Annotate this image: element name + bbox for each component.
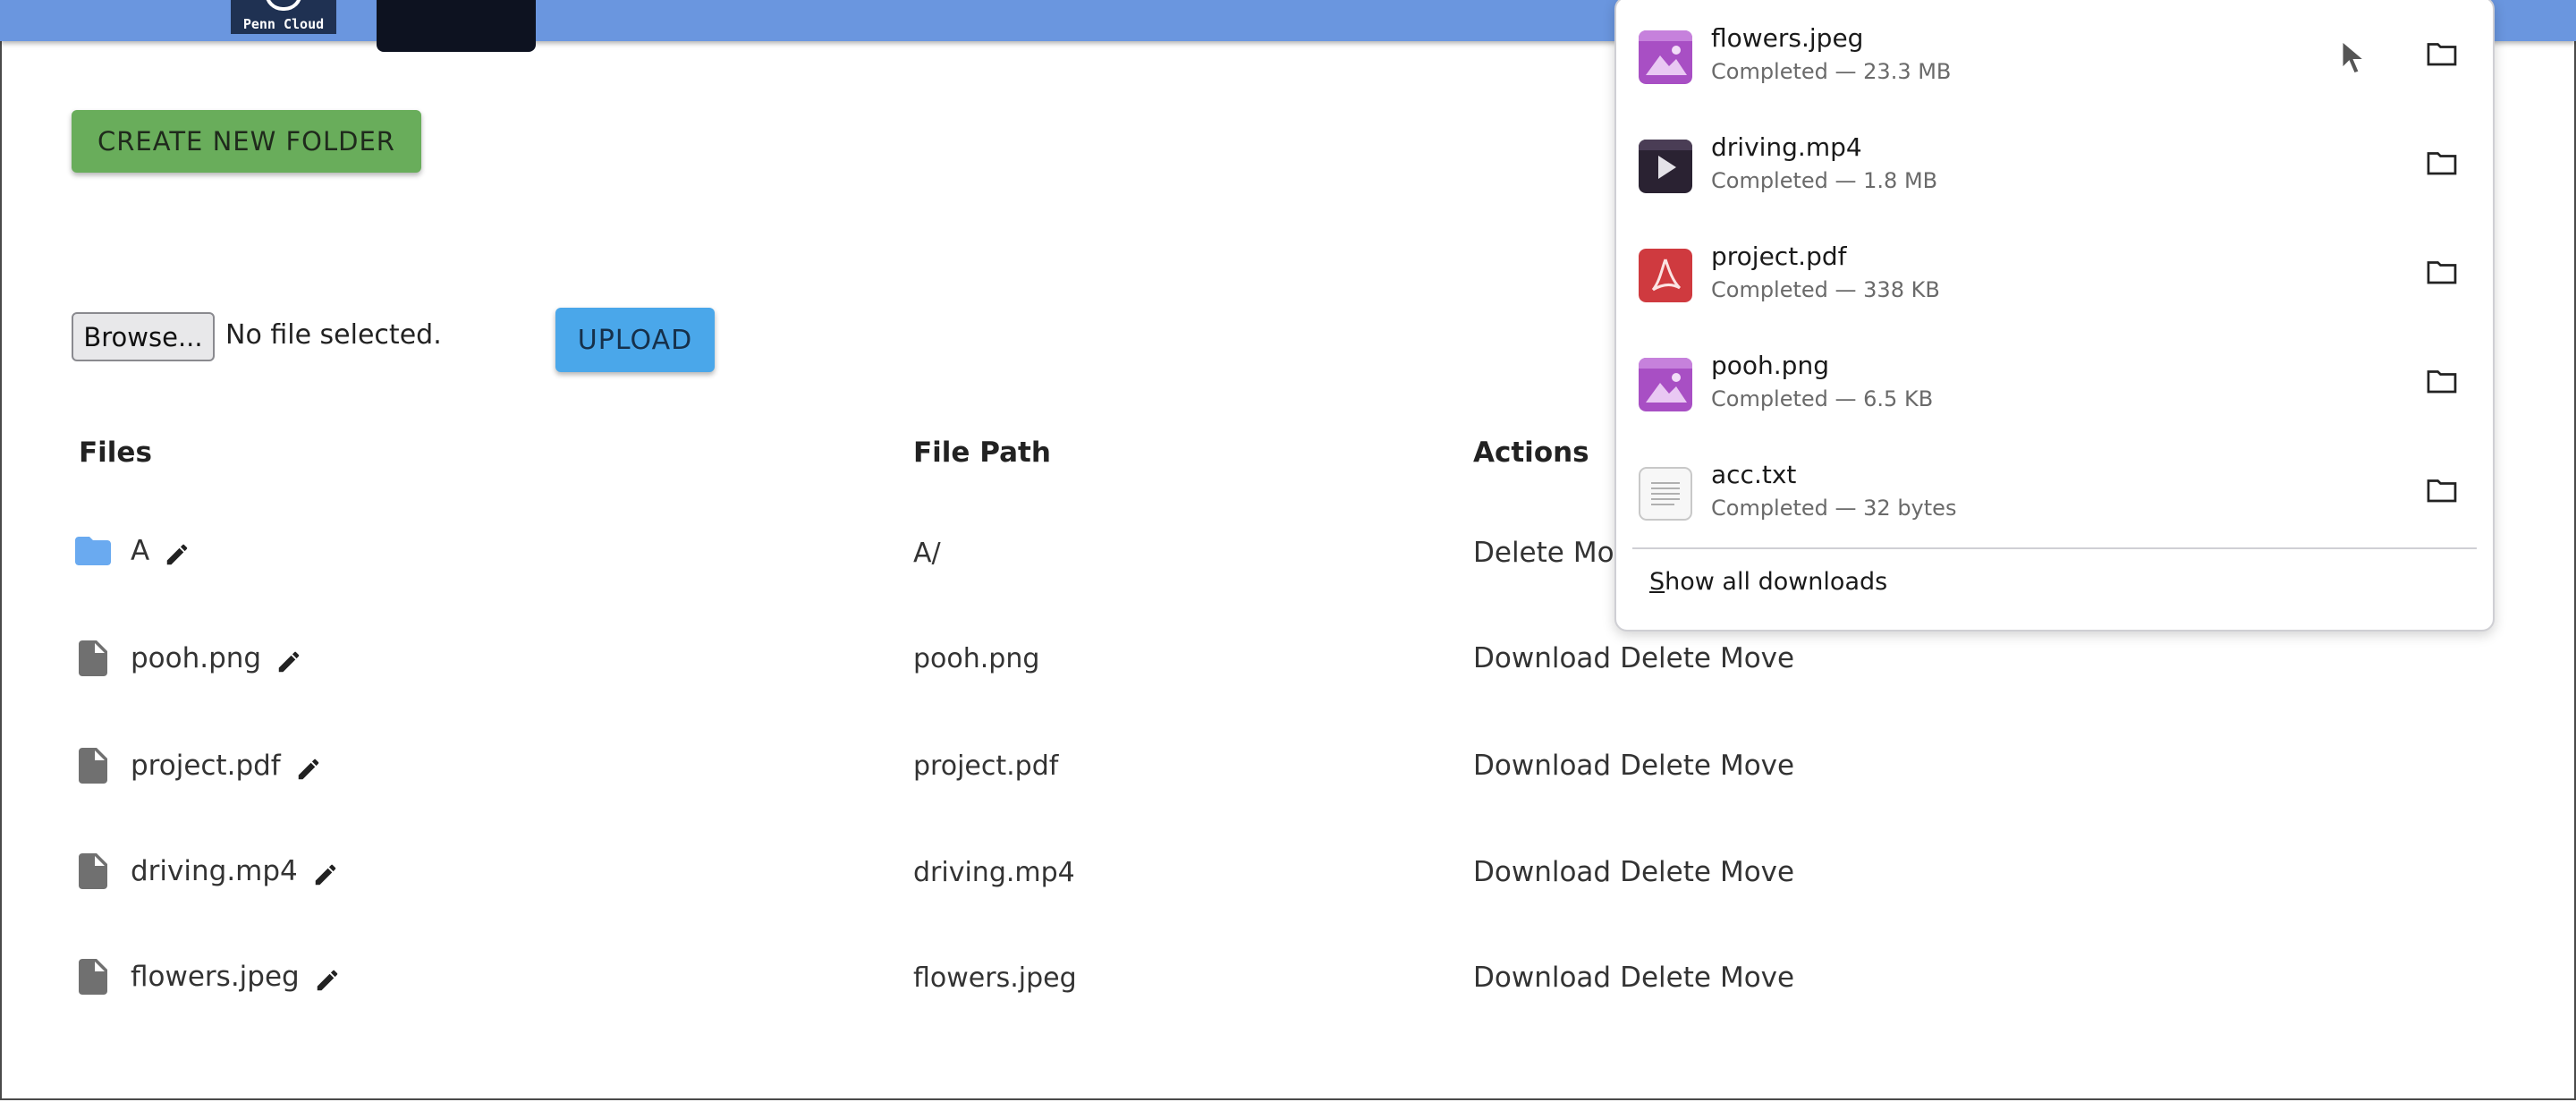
file-name-cell: A	[72, 530, 191, 572]
download-file-name: project.pdf	[1711, 242, 1847, 271]
download-action[interactable]: Download	[1473, 750, 1611, 782]
edit-pencil-icon[interactable]	[314, 967, 341, 994]
actions-cell: Download Delete Move	[1473, 750, 1803, 782]
file-path-cell: project.pdf	[913, 750, 1059, 782]
browse-button[interactable]: Browse...	[72, 312, 215, 361]
column-header-files: Files	[79, 437, 152, 469]
show-all-label: how all downloads	[1665, 568, 1888, 596]
show-in-folder-icon[interactable]	[2426, 476, 2458, 504]
download-status: Completed — 338 KB	[1711, 277, 1940, 302]
video-file-icon	[1639, 140, 1692, 193]
show-all-downloads-link[interactable]: Show all downloads	[1649, 568, 1887, 596]
file-name[interactable]: driving.mp4	[131, 855, 298, 887]
download-item[interactable]: driving.mp4 Completed — 1.8 MB	[1616, 114, 2493, 222]
penn-cloud-logo[interactable]: Penn Cloud	[231, 0, 336, 34]
folder-icon	[75, 537, 111, 565]
actions-cell: Download Delete Move	[1473, 642, 1803, 674]
file-icon	[79, 640, 107, 676]
edit-pencil-icon[interactable]	[312, 861, 339, 888]
move-action[interactable]: Move	[1720, 642, 1794, 674]
file-selection-status: No file selected.	[225, 319, 442, 351]
column-header-file-path: File Path	[913, 437, 1051, 469]
download-file-name: driving.mp4	[1711, 132, 1862, 162]
mouse-cursor-icon	[2341, 39, 2367, 75]
download-file-name: flowers.jpeg	[1711, 23, 1864, 53]
downloads-panel: flowers.jpeg Completed — 23.3 MB driving…	[1614, 0, 2495, 632]
download-item[interactable]: acc.txt Completed — 32 bytes	[1616, 442, 2493, 549]
edit-pencil-icon[interactable]	[275, 648, 302, 675]
download-item[interactable]: project.pdf Completed — 338 KB	[1616, 224, 2493, 331]
delete-action[interactable]: Delete	[1620, 856, 1711, 888]
file-icon	[79, 959, 107, 995]
file-name-cell: project.pdf	[72, 744, 322, 787]
actions-cell: Download Delete Move	[1473, 856, 1803, 888]
file-name-cell: driving.mp4	[72, 850, 339, 893]
download-status: Completed — 32 bytes	[1711, 496, 1957, 521]
actions-cell: Download Delete Move	[1473, 962, 1803, 994]
upload-button[interactable]: UPLOAD	[555, 308, 715, 372]
show-in-folder-icon[interactable]	[2426, 258, 2458, 286]
download-action[interactable]: Download	[1473, 962, 1611, 994]
image-file-icon	[1639, 30, 1692, 84]
pdf-file-icon	[1639, 249, 1692, 302]
download-file-name: acc.txt	[1711, 460, 1797, 489]
file-path-cell: flowers.jpeg	[913, 962, 1077, 994]
download-action[interactable]: Download	[1473, 642, 1611, 674]
delete-action[interactable]: Delete	[1473, 537, 1564, 569]
edit-pencil-icon[interactable]	[295, 756, 322, 783]
download-item[interactable]: pooh.png Completed — 6.5 KB	[1616, 333, 2493, 440]
delete-action[interactable]: Delete	[1620, 962, 1711, 994]
access-key-letter: S	[1649, 568, 1665, 596]
move-action[interactable]: Move	[1720, 856, 1794, 888]
download-file-name: pooh.png	[1711, 351, 1829, 380]
downloads-divider	[1632, 547, 2477, 549]
image-file-icon	[1639, 358, 1692, 411]
file-icon	[79, 853, 107, 889]
download-status: Completed — 23.3 MB	[1711, 59, 1952, 84]
file-name-cell: pooh.png	[72, 637, 302, 680]
file-name[interactable]: flowers.jpeg	[131, 961, 300, 993]
move-action[interactable]: Move	[1720, 750, 1794, 782]
column-header-actions: Actions	[1473, 437, 1589, 469]
delete-action[interactable]: Delete	[1620, 642, 1711, 674]
logo-mark-icon	[265, 0, 302, 11]
download-action[interactable]: Download	[1473, 856, 1611, 888]
download-status: Completed — 1.8 MB	[1711, 168, 1938, 193]
show-in-folder-icon[interactable]	[2426, 367, 2458, 395]
delete-action[interactable]: Delete	[1620, 750, 1711, 782]
move-action[interactable]: Move	[1720, 962, 1794, 994]
logo-text: Penn Cloud	[242, 16, 325, 32]
file-name-cell: flowers.jpeg	[72, 955, 341, 998]
edit-pencil-icon[interactable]	[164, 541, 191, 568]
download-status: Completed — 6.5 KB	[1711, 386, 1934, 411]
file-name[interactable]: A	[131, 535, 149, 567]
file-name[interactable]: project.pdf	[131, 750, 281, 782]
file-path-cell: pooh.png	[913, 643, 1040, 674]
file-name[interactable]: pooh.png	[131, 642, 261, 674]
text-file-icon	[1639, 467, 1692, 521]
file-path-cell: driving.mp4	[913, 857, 1075, 888]
file-icon	[79, 748, 107, 784]
show-in-folder-icon[interactable]	[2426, 148, 2458, 177]
show-in-folder-icon[interactable]	[2426, 39, 2458, 68]
file-path-cell: A/	[913, 538, 941, 569]
create-new-folder-button[interactable]: CREATE NEW FOLDER	[72, 110, 421, 173]
header-nav-tab[interactable]	[377, 0, 536, 52]
